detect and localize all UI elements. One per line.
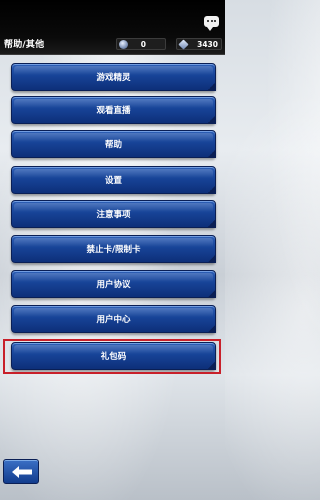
gem-count: 0 (140, 40, 146, 49)
dp-counter[interactable]: 3430 (176, 38, 222, 50)
chat-bubble-icon[interactable] (204, 16, 219, 31)
menu-list: 游戏精灵 观看直播 帮助 设置 注意事项 禁止卡/限制卡 用户协议 用户中心 礼… (0, 0, 225, 500)
menu-item-user-center[interactable]: 用户中心 (11, 305, 216, 333)
menu-item-game-sprite[interactable]: 游戏精灵 (11, 63, 216, 91)
menu-item-settings[interactable]: 设置 (11, 166, 216, 194)
menu-item-notices[interactable]: 注意事项 (11, 200, 216, 228)
page-title: 帮助/其他 (4, 40, 45, 50)
gem-counter[interactable]: 0 (116, 38, 166, 50)
menu-item-user-agreement[interactable]: 用户协议 (11, 270, 216, 298)
back-arrow-icon (12, 466, 32, 478)
menu-item-watch-live[interactable]: 观看直播 (11, 96, 216, 124)
back-button[interactable] (3, 459, 39, 484)
dp-count: 3430 (197, 40, 218, 49)
gem-icon (119, 40, 128, 49)
header-bar: 帮助/其他 0 3430 (0, 0, 225, 55)
menu-item-help[interactable]: 帮助 (11, 130, 216, 158)
menu-item-banned-limited-cards[interactable]: 禁止卡/限制卡 (11, 235, 216, 263)
dp-icon (178, 39, 189, 50)
gift-code-highlight (3, 339, 221, 374)
